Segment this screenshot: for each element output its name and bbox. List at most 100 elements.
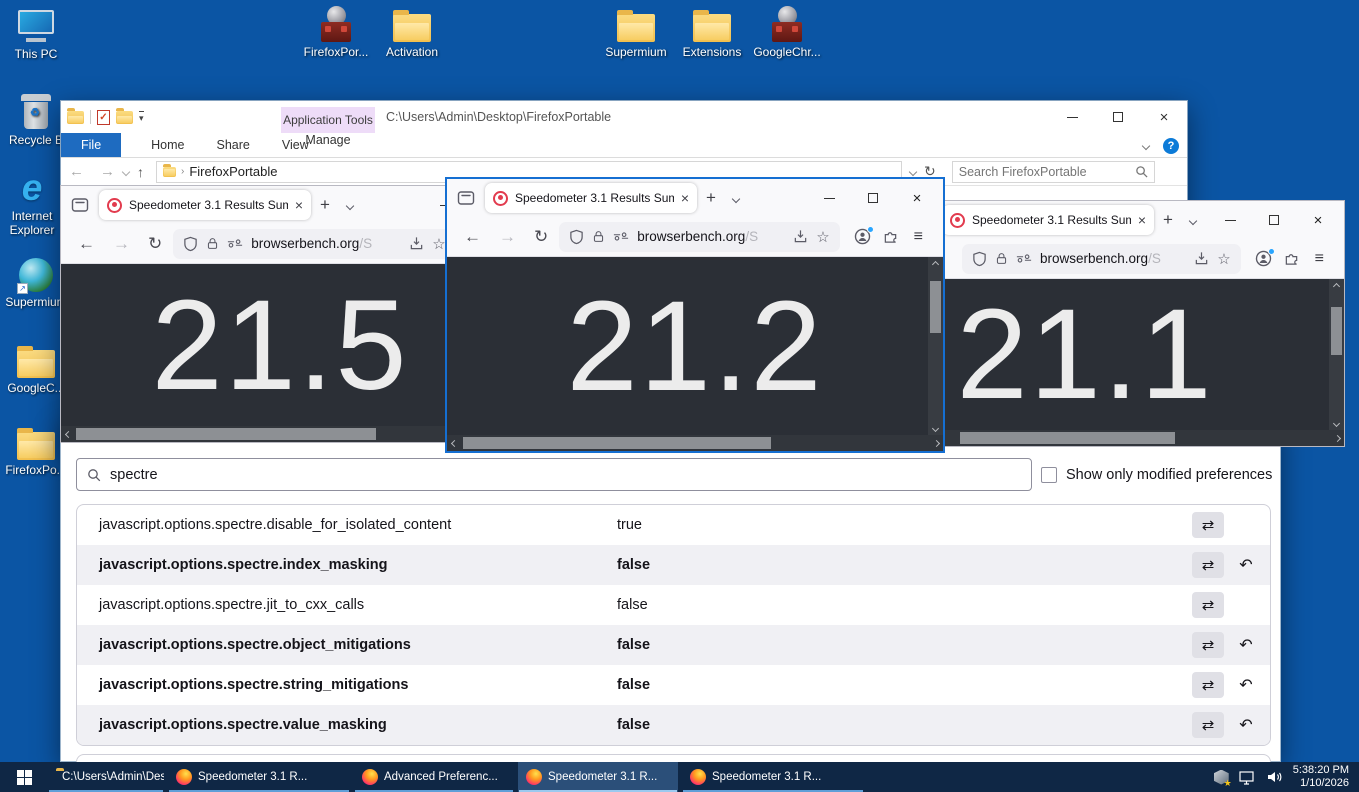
shield-icon[interactable] (569, 229, 584, 245)
scrollbar-thumb[interactable] (930, 281, 941, 333)
tab-manage[interactable]: Manage (281, 133, 375, 147)
explorer-search-input[interactable] (959, 165, 1135, 179)
reset-icon[interactable]: ↶ (1236, 675, 1256, 695)
desktop-icon-supermium-folder[interactable]: Supermium (597, 4, 675, 59)
save-page-icon[interactable] (793, 229, 808, 244)
forward-icon[interactable]: → (92, 163, 123, 180)
forward-icon[interactable]: → (492, 227, 523, 247)
forward-icon[interactable]: → (106, 234, 137, 254)
scrollbar-thumb[interactable] (463, 437, 771, 449)
desktop-icon-googlechrome[interactable]: GoogleChr... (748, 4, 826, 59)
volume-icon[interactable] (1266, 770, 1283, 784)
taskbar-item-firefox-1[interactable]: Speedometer 3.1 R... (168, 762, 350, 792)
tabs-list-icon[interactable] (1182, 211, 1204, 229)
extensions-icon[interactable] (883, 229, 898, 244)
close-button[interactable]: × (1296, 201, 1340, 239)
vertical-scrollbar[interactable] (928, 257, 943, 435)
browser-tab[interactable]: Speedometer 3.1 Results Summa × (99, 190, 311, 220)
url-bar[interactable]: browserbench.org/S ☆ (173, 229, 455, 259)
up-icon[interactable]: ↑ (129, 164, 152, 180)
close-button[interactable]: × (1141, 101, 1187, 133)
show-modified-checkbox[interactable] (1041, 467, 1057, 483)
save-page-icon[interactable] (1194, 251, 1209, 266)
address-dropdown-icon[interactable] (909, 167, 917, 175)
shield-icon[interactable] (972, 251, 987, 267)
maximize-button[interactable] (1095, 101, 1141, 133)
vertical-scrollbar[interactable] (1329, 279, 1344, 430)
taskbar-item-firefox-4[interactable]: Speedometer 3.1 R... (682, 762, 864, 792)
toggle-icon[interactable]: ⇄ (1192, 552, 1224, 578)
lock-icon[interactable] (206, 236, 219, 251)
config-search-bar[interactable] (76, 458, 1032, 491)
maximize-button[interactable] (851, 179, 895, 217)
reset-icon[interactable]: ↶ (1236, 715, 1256, 735)
tab-close-icon[interactable]: × (295, 197, 303, 213)
back-icon[interactable]: ← (71, 234, 102, 254)
properties-icon[interactable]: ✓ (97, 110, 110, 125)
scroll-up-icon[interactable] (1329, 279, 1344, 293)
desktop-icon-internet-explorer[interactable]: e Internet Explorer (0, 168, 67, 237)
reset-icon[interactable]: ↶ (1236, 635, 1256, 655)
taskbar-item-firefox-3[interactable]: Speedometer 3.1 R... (518, 762, 678, 792)
permissions-icon[interactable] (1016, 253, 1032, 264)
help-icon[interactable]: ? (1163, 138, 1179, 154)
reload-icon[interactable]: ↻ (527, 227, 555, 247)
tabs-list-icon[interactable] (725, 189, 747, 207)
bookmark-star-icon[interactable]: ☆ (432, 235, 445, 253)
bookmark-star-icon[interactable]: ☆ (1217, 250, 1230, 268)
scrollbar-thumb[interactable] (1331, 307, 1342, 355)
scroll-left-icon[interactable] (447, 441, 461, 446)
tab-home[interactable]: Home (135, 133, 200, 157)
lock-icon[interactable] (995, 251, 1008, 266)
toggle-icon[interactable]: ⇄ (1192, 632, 1224, 658)
browser-tab[interactable]: Speedometer 3.1 Results Summa × (942, 205, 1154, 235)
toggle-icon[interactable]: ⇄ (1192, 592, 1224, 618)
tab-close-icon[interactable]: × (681, 190, 689, 206)
back-icon[interactable]: ← (61, 163, 92, 180)
url-bar[interactable]: browserbench.org/S ☆ (962, 244, 1241, 274)
extensions-icon[interactable] (1284, 251, 1299, 266)
account-icon[interactable] (854, 228, 871, 245)
search-box[interactable] (952, 161, 1155, 183)
expand-ribbon-icon[interactable] (1142, 141, 1150, 149)
new-tab-icon[interactable]: + (1154, 210, 1182, 230)
permissions-icon[interactable] (227, 238, 243, 249)
taskbar-item-firefox-2[interactable]: Advanced Preferenc... (354, 762, 514, 792)
scroll-up-icon[interactable] (928, 257, 943, 271)
scroll-left-icon[interactable] (61, 432, 75, 437)
bookmark-star-icon[interactable]: ☆ (816, 228, 829, 246)
close-button[interactable]: × (895, 179, 939, 217)
new-folder-icon[interactable] (116, 111, 133, 124)
permissions-icon[interactable] (613, 231, 629, 242)
customize-quick-access-icon[interactable]: ▾ (139, 111, 144, 124)
desktop-icon-firefoxportable[interactable]: FirefoxPor... (297, 4, 375, 59)
lock-icon[interactable] (592, 229, 605, 244)
desktop-icon-extensions[interactable]: Extensions (673, 4, 751, 59)
menu-icon[interactable]: ≡ (1311, 250, 1328, 268)
desktop-icon-this-pc[interactable]: This PC (0, 6, 75, 61)
scroll-down-icon[interactable] (1329, 416, 1344, 430)
account-icon[interactable] (1255, 250, 1272, 267)
minimize-button[interactable] (1208, 201, 1252, 239)
tab-close-icon[interactable]: × (1138, 212, 1146, 228)
new-tab-icon[interactable]: + (697, 188, 725, 208)
horizontal-scrollbar[interactable] (936, 430, 1344, 446)
new-tab-icon[interactable]: + (311, 195, 339, 215)
start-button[interactable] (0, 762, 48, 792)
network-icon[interactable] (1239, 770, 1256, 785)
toggle-icon[interactable]: ⇄ (1192, 512, 1224, 538)
tab-file[interactable]: File (61, 133, 121, 157)
scrollbar-thumb[interactable] (960, 432, 1175, 444)
url-bar[interactable]: browserbench.org/S ☆ (559, 222, 839, 252)
reset-icon[interactable]: ↶ (1236, 555, 1256, 575)
taskbar-item-explorer[interactable]: C:\Users\Admin\Des... (48, 762, 164, 792)
reload-icon[interactable]: ↻ (141, 234, 169, 254)
config-search-input[interactable] (110, 467, 1021, 483)
browser-tab[interactable]: Speedometer 3.1 Results Summa × (485, 183, 697, 213)
desktop-icon-activation[interactable]: Activation (373, 4, 451, 59)
back-icon[interactable]: ← (457, 227, 488, 247)
maximize-button[interactable] (1252, 201, 1296, 239)
scroll-right-icon[interactable] (1330, 436, 1344, 441)
shield-icon[interactable] (183, 236, 198, 252)
horizontal-scrollbar[interactable] (447, 435, 943, 451)
